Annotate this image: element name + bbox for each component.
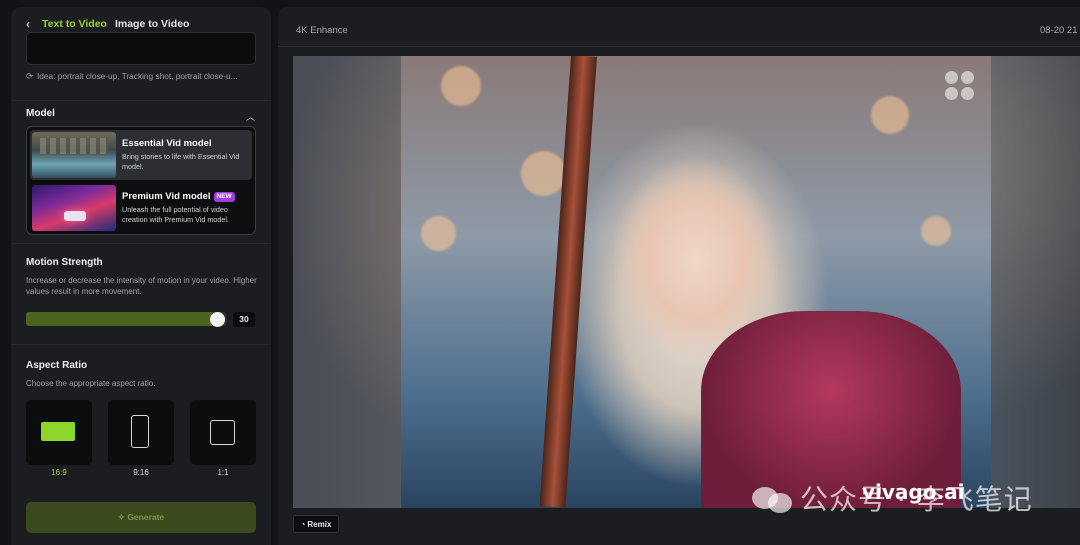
tab-image-to-video[interactable]: Image to Video [115,18,190,30]
chevron-up-icon[interactable]: ︿ [246,110,255,123]
aspect-label-9-16: 9:16 [133,468,149,477]
aspect-label-1-1: 1:1 [217,468,229,477]
portrait-ratio-icon [131,415,149,448]
landscape-ratio-icon [41,422,75,441]
idea-suggestion[interactable]: ⟳ Idea: portrait close-up, Tracking shot… [26,71,238,81]
refresh-icon[interactable]: ⟳ [26,71,33,81]
motion-strength-value[interactable]: 30 [233,312,255,327]
bokeh-light [441,66,481,106]
vivago-logo-icon [945,71,975,101]
motion-strength-desc: Increase or decrease the intensity of mo… [26,276,257,296]
model-name-premium: Premium Vid model NEW [122,191,235,202]
divider [11,344,271,345]
slider-fill [26,312,212,326]
prompt-input[interactable] [26,32,256,65]
elf-portrait-image [401,56,991,508]
motion-strength-title: Motion Strength [26,257,103,268]
viewer-date: 08-20 21 [1040,25,1078,36]
model-desc: Bring stories to life with Essential Vid… [122,152,240,171]
model-option-essential[interactable]: Essential Vid model Bring stories to lif… [30,130,252,180]
aspect-option-16-9[interactable] [26,400,92,465]
generated-image[interactable] [293,56,1080,508]
model-name-text: Premium Vid model [122,191,211,202]
model-selector: Essential Vid model Bring stories to lif… [26,126,256,235]
bokeh-light [521,151,566,196]
motion-strength-slider[interactable] [26,312,226,326]
aspect-option-9-16[interactable] [108,400,174,465]
aspect-option-1-1[interactable] [190,400,256,465]
divider [278,46,1080,47]
generate-label: Generate [127,512,165,522]
essential-model-thumbnail [32,132,116,178]
remix-label: Remix [307,519,332,529]
bokeh-light [871,96,909,134]
sparkle-icon: ✧ [117,512,125,522]
aspect-ratio-desc: Choose the appropriate aspect ratio. [26,379,156,388]
aspect-label-16-9: 16:9 [51,468,67,477]
left-panel: ‹ Text to Video Image to Video ⟳ Idea: p… [11,7,271,545]
square-ratio-icon [210,420,235,445]
vivago-brand-text: vivago.ai [862,480,965,504]
model-name: Essential Vid model [122,138,212,149]
new-badge: NEW [213,192,235,202]
viewer-title: 4K Enhance [296,25,348,36]
tab-text-to-video[interactable]: Text to Video [42,18,107,30]
slider-handle[interactable] [210,312,225,327]
staff [539,56,597,508]
divider [11,243,271,244]
remix-icon: ◔ [300,519,306,529]
aspect-ratio-title: Aspect Ratio [26,360,88,371]
generate-button[interactable]: ✧ Generate [26,502,256,533]
premium-model-thumbnail [32,185,116,231]
model-section-title: Model [26,108,55,119]
model-desc: Unleash the full potential of video crea… [122,205,229,224]
bokeh-light [921,216,951,246]
right-panel: 4K Enhance 08-20 21 ◔ Remix [278,7,1080,545]
remix-button[interactable]: ◔ Remix [293,515,339,533]
bokeh-light [421,216,456,251]
model-option-premium[interactable]: Premium Vid model NEW Unleash the full po… [30,183,252,233]
divider [11,100,271,101]
idea-text: Idea: portrait close-up, Tracking shot, … [36,71,238,81]
chevron-left-icon[interactable]: ‹ [26,17,42,31]
wechat-icon [752,483,794,513]
